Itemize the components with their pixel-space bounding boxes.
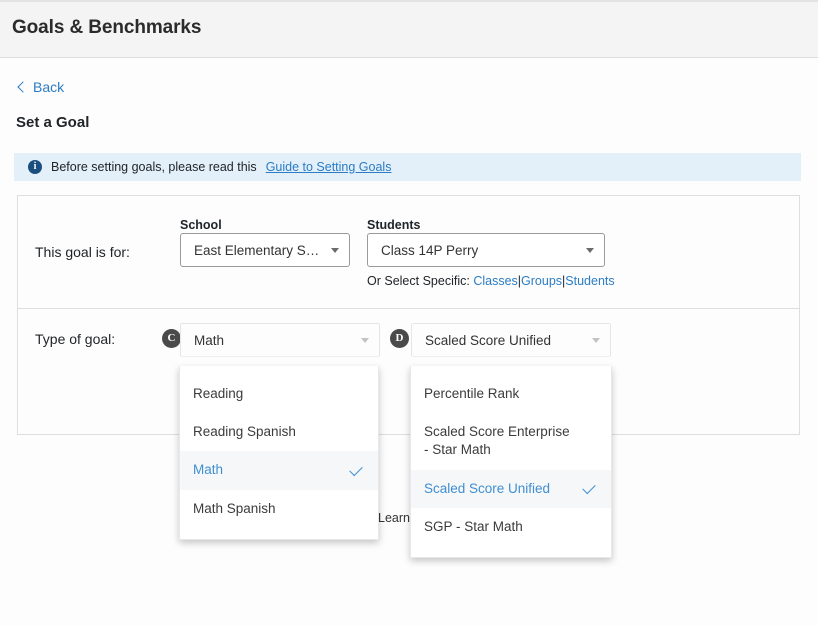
dropdown-option-label: Reading (193, 385, 340, 403)
dropdown-option-label: Percentile Rank (424, 385, 573, 403)
select-specific-prefix: Or Select Specific: (367, 274, 470, 288)
dropdown-option-percentile-rank[interactable]: Percentile Rank (411, 375, 611, 413)
goal-subject-dropdown[interactable]: Reading Reading Spanish Math Math Spanis… (179, 366, 379, 540)
select-specific-groups-link[interactable]: Groups (521, 274, 562, 288)
dropdown-option-label: SGP - Star Math (424, 518, 573, 536)
dropdown-option-label: Math Spanish (193, 500, 340, 518)
goal-type-label: Type of goal: (35, 331, 115, 347)
check-icon (350, 390, 364, 399)
check-icon (583, 484, 597, 493)
school-field-label: School (180, 218, 222, 232)
dropdown-option-label: Scaled Score Unified (424, 480, 573, 498)
students-select[interactable]: Class 14P Perry (367, 233, 605, 267)
check-icon (350, 504, 364, 513)
goal-measure-dropdown[interactable]: Percentile Rank Scaled Score Enterprise … (410, 366, 612, 558)
check-icon (350, 428, 364, 437)
page-title: Goals & Benchmarks (12, 17, 201, 39)
goal-for-label: This goal is for: (35, 244, 130, 260)
dropdown-option-reading-spanish[interactable]: Reading Spanish (180, 413, 378, 451)
check-icon (583, 522, 597, 531)
goal-type-row: Type of goal: C Math D Scaled Score Unif… (18, 309, 799, 435)
chevron-left-icon (16, 82, 26, 92)
check-icon (583, 437, 597, 446)
chevron-down-icon (361, 338, 369, 343)
dropdown-option-label: Reading Spanish (193, 423, 340, 441)
dropdown-option-sgp-star-math[interactable]: SGP - Star Math (411, 508, 611, 546)
select-specific-helper: Or Select Specific: Classes|Groups|Stude… (367, 274, 615, 288)
set-goal-card: This goal is for: School East Elementary… (17, 195, 800, 435)
info-icon: i (28, 160, 42, 174)
school-select-value: East Elementary Sch… (194, 243, 325, 258)
goal-measure-select[interactable]: Scaled Score Unified (411, 323, 611, 357)
badge-d: D (390, 329, 409, 348)
dropdown-option-label: Math (193, 461, 340, 479)
check-icon (583, 390, 597, 399)
students-field-label: Students (367, 218, 420, 232)
dropdown-option-scaled-score-unified[interactable]: Scaled Score Unified (411, 470, 611, 508)
back-link[interactable]: Back (16, 79, 64, 95)
section-title: Set a Goal (16, 114, 89, 131)
page-root: Goals & Benchmarks Back Set a Goal i Bef… (0, 0, 818, 625)
guide-to-setting-goals-link[interactable]: Guide to Setting Goals (266, 160, 392, 174)
page-header: Goals & Benchmarks (0, 2, 818, 58)
dropdown-option-math-spanish[interactable]: Math Spanish (180, 490, 378, 528)
goal-measure-select-value: Scaled Score Unified (425, 333, 586, 348)
school-select[interactable]: East Elementary Sch… (180, 233, 350, 267)
select-specific-classes-link[interactable]: Classes (473, 274, 517, 288)
dropdown-option-math[interactable]: Math (180, 451, 378, 489)
goal-subject-select-value: Math (194, 333, 355, 348)
back-link-label: Back (33, 79, 64, 95)
select-specific-students-link[interactable]: Students (565, 274, 614, 288)
students-select-value: Class 14P Perry (381, 243, 580, 258)
dropdown-option-reading[interactable]: Reading (180, 375, 378, 413)
goal-for-row: This goal is for: School East Elementary… (18, 196, 799, 309)
dropdown-option-scaled-score-enterprise-star-math[interactable]: Scaled Score Enterprise - Star Math (411, 413, 611, 469)
info-banner: i Before setting goals, please read this… (14, 153, 801, 181)
info-banner-text: Before setting goals, please read this (51, 160, 257, 174)
dropdown-option-label: Scaled Score Enterprise - Star Math (424, 423, 573, 459)
learn-more-obscured-text: Learn (378, 511, 410, 525)
page-content: Back Set a Goal i Before setting goals, … (0, 59, 818, 625)
chevron-down-icon (586, 248, 594, 253)
goal-subject-select[interactable]: Math (180, 323, 380, 357)
chevron-down-icon (331, 248, 339, 253)
check-icon (350, 466, 364, 475)
badge-c: C (162, 329, 181, 348)
chevron-down-icon (592, 338, 600, 343)
